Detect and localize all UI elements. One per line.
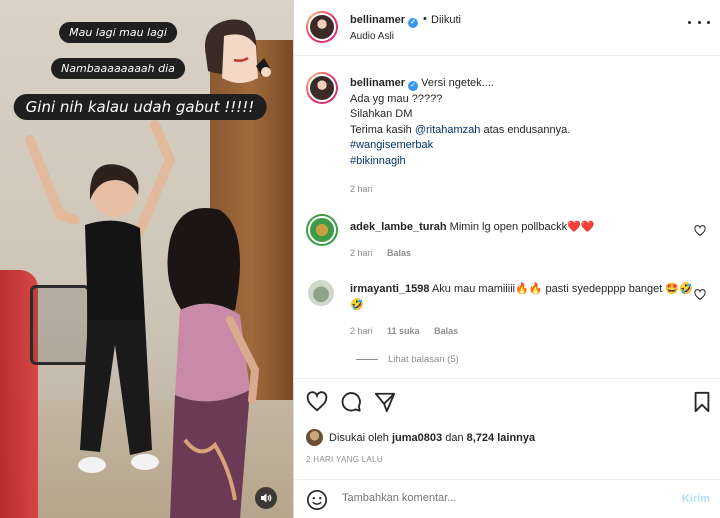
comment-like-count[interactable]: 11 suka xyxy=(387,326,420,336)
caption-meta: 2 hari xyxy=(350,184,385,194)
caption-author-avatar[interactable] xyxy=(306,72,338,104)
likes-summary: Disukai oleh juma0803 dan 8,724 lainnya xyxy=(306,429,535,446)
video-caption-line-2: Nambaaaaaaaah dia xyxy=(51,58,185,79)
send-comment-button[interactable]: Kirim xyxy=(682,493,710,505)
view-replies-label: Lihat balasan (5) xyxy=(388,354,459,365)
emoji-icon[interactable] xyxy=(306,489,328,511)
like-comment-heart-icon[interactable] xyxy=(694,289,706,301)
replies-line xyxy=(356,359,378,360)
comment-item: adek_lambe_turah Mimin lg open pollbackk… xyxy=(306,214,716,264)
commenter-avatar[interactable] xyxy=(308,280,334,306)
post-video[interactable]: Mau lagi mau lagi Nambaaaaaaaah dia Gini… xyxy=(0,0,293,518)
hashtag-link[interactable]: #wangisemerbak xyxy=(350,138,700,154)
liked-by-user[interactable]: juma0803 xyxy=(392,432,442,444)
author-username[interactable]: bellinamer ✓ xyxy=(350,14,419,28)
comment-meta: 2 hari Balas xyxy=(350,248,411,258)
comment-bubble-icon[interactable] xyxy=(340,391,362,413)
hashtag-link[interactable]: #bikinnagih xyxy=(350,154,700,170)
caption-timestamp[interactable]: 2 hari xyxy=(350,184,373,194)
comment-body: Mimin lg open pollbackk❤️❤️ xyxy=(449,221,595,233)
comment-composer: Kirim xyxy=(294,479,720,518)
liked-by-prefix: Disukai oleh xyxy=(329,431,389,444)
caption-line-3: Silahkan DM xyxy=(350,108,413,120)
more-options-icon[interactable] xyxy=(688,14,710,30)
comment-item: irmayanti_1598 Aku mau mamiiiii🔥🔥 pasti … xyxy=(306,280,716,350)
video-caption-line-3: Gini nih kalau udah gabut !!!!! xyxy=(13,94,267,120)
caption-text: bellinamer ✓ Versi ngetek.... Ada yg mau … xyxy=(350,76,700,169)
liked-by-conj: dan xyxy=(445,431,464,444)
reply-button[interactable]: Balas xyxy=(387,248,411,258)
post-date[interactable]: 2 HARI YANG LALU xyxy=(306,455,383,464)
reply-button[interactable]: Balas xyxy=(434,326,458,336)
verified-badge-icon: ✓ xyxy=(408,81,419,91)
video-caption-line-1: Mau lagi mau lagi xyxy=(59,22,177,43)
comment-text: irmayanti_1598 Aku mau mamiiiii🔥🔥 pasti … xyxy=(350,282,695,313)
header-separator: • xyxy=(423,13,427,25)
video-dancer-2 xyxy=(167,208,260,518)
liker-avatar[interactable] xyxy=(306,429,323,446)
share-send-icon[interactable] xyxy=(374,391,396,413)
author-avatar[interactable] xyxy=(306,11,338,43)
verified-badge-icon: ✓ xyxy=(408,18,419,28)
speaker-icon xyxy=(261,493,272,503)
comment-input[interactable] xyxy=(342,492,642,504)
like-comment-heart-icon[interactable] xyxy=(694,225,706,237)
caption-line-2: Ada yg mau ????? xyxy=(350,92,443,105)
mute-button[interactable] xyxy=(255,487,277,509)
caption-line-4-prefix: Terima kasih xyxy=(350,123,412,136)
comment-timestamp[interactable]: 2 hari xyxy=(350,326,373,336)
comment-text: adek_lambe_turah Mimin lg open pollbackk… xyxy=(350,220,700,236)
comment-meta: 2 hari 11 suka Balas xyxy=(350,326,458,336)
post-caption: bellinamer ✓ Versi ngetek.... Ada yg mau … xyxy=(306,72,716,202)
follow-status-button[interactable]: Diikuti xyxy=(431,14,461,26)
like-heart-icon[interactable] xyxy=(306,391,328,413)
audio-link[interactable]: Audio Asli xyxy=(350,31,394,42)
liked-by-count[interactable]: 8,724 lainnya xyxy=(467,432,536,444)
video-sticker xyxy=(204,19,271,83)
caption-mention-link[interactable]: @ritahamzah xyxy=(415,124,481,136)
post-actions: Disukai oleh juma0803 dan 8,724 lainnya … xyxy=(294,378,720,518)
view-replies-button[interactable]: Lihat balasan (5) xyxy=(356,354,459,365)
comment-timestamp[interactable]: 2 hari xyxy=(350,248,373,258)
caption-line-4-suffix: atas endusannya. xyxy=(483,123,571,136)
caption-username[interactable]: bellinamer xyxy=(350,77,405,89)
commenter-avatar[interactable] xyxy=(306,214,338,246)
post-side-panel: bellinamer ✓ • Diikuti Audio Asli bellina… xyxy=(294,0,720,518)
commenter-username[interactable]: adek_lambe_turah xyxy=(350,221,447,233)
caption-line-1: Versi ngetek.... xyxy=(421,77,494,89)
post-header: bellinamer ✓ • Diikuti Audio Asli xyxy=(294,0,720,56)
commenter-username[interactable]: irmayanti_1598 xyxy=(350,283,430,295)
save-bookmark-icon[interactable] xyxy=(691,391,713,413)
